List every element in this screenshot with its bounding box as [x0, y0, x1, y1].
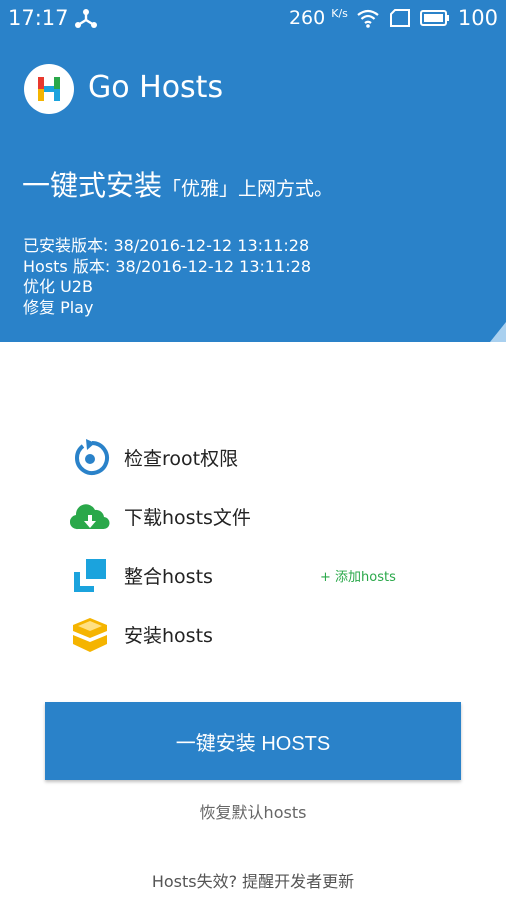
- corner-fold: [490, 322, 506, 342]
- notify-developer-link[interactable]: Hosts失效? 提醒开发者更新: [0, 868, 506, 892]
- tagline: 一键式安装「优雅」上网方式。: [22, 164, 333, 204]
- status-bar: 17:17 260 K/s 100: [0, 0, 506, 36]
- sim-card-icon: [389, 9, 410, 27]
- step-label: 整合hosts: [124, 566, 213, 588]
- battery-icon: [419, 10, 449, 26]
- hosts-logo-icon: [38, 77, 60, 101]
- tagline-main: 一键式安装: [22, 169, 163, 202]
- repair-info: 修复 Play: [23, 297, 94, 317]
- battery-level: 100: [457, 6, 498, 30]
- cloud-download-icon: [70, 504, 110, 530]
- refresh-icon: [75, 439, 109, 475]
- installed-version: 已安装版本: 38/2016-12-12 13:11:28: [23, 236, 310, 255]
- step-label: 安装hosts: [124, 625, 213, 647]
- restore-default-hosts-link[interactable]: 恢复默认hosts: [0, 799, 506, 823]
- one-click-install-button[interactable]: 一键安装 HOSTS: [45, 702, 461, 780]
- step-label: 检查root权限: [124, 448, 239, 470]
- status-time: 17:17: [8, 6, 69, 30]
- app-title: Go Hosts: [88, 70, 224, 105]
- merge-icon: [74, 559, 106, 592]
- step-merge: 整合hosts + 添加hosts: [0, 546, 506, 606]
- step-download: 下载hosts文件: [0, 487, 506, 547]
- step-install: 安装hosts: [0, 605, 506, 665]
- box-icon: [73, 618, 107, 652]
- header-banner: 17:17 260 K/s 100 Go Hosts 一键式安装「优雅」上网方式…: [0, 0, 506, 342]
- network-speed: 260 K/s: [288, 7, 348, 29]
- app-bar: Go Hosts: [0, 56, 506, 120]
- optimize-info: 优化 U2B: [23, 277, 93, 296]
- version-info: 已安装版本: 38/2016-12-12 13:11:28 Hosts 版本: …: [23, 236, 311, 318]
- tagline-sub: 「优雅」上网方式。: [162, 178, 334, 200]
- add-hosts-link[interactable]: + 添加hosts: [320, 566, 396, 585]
- app-logo: [24, 64, 74, 114]
- hosts-version: Hosts 版本: 38/2016-12-12 13:11:28: [23, 256, 312, 276]
- usb-icon: [75, 9, 97, 28]
- step-label: 下载hosts文件: [124, 507, 251, 529]
- step-check-root: 检查root权限: [0, 428, 506, 488]
- wifi-icon: [357, 9, 379, 28]
